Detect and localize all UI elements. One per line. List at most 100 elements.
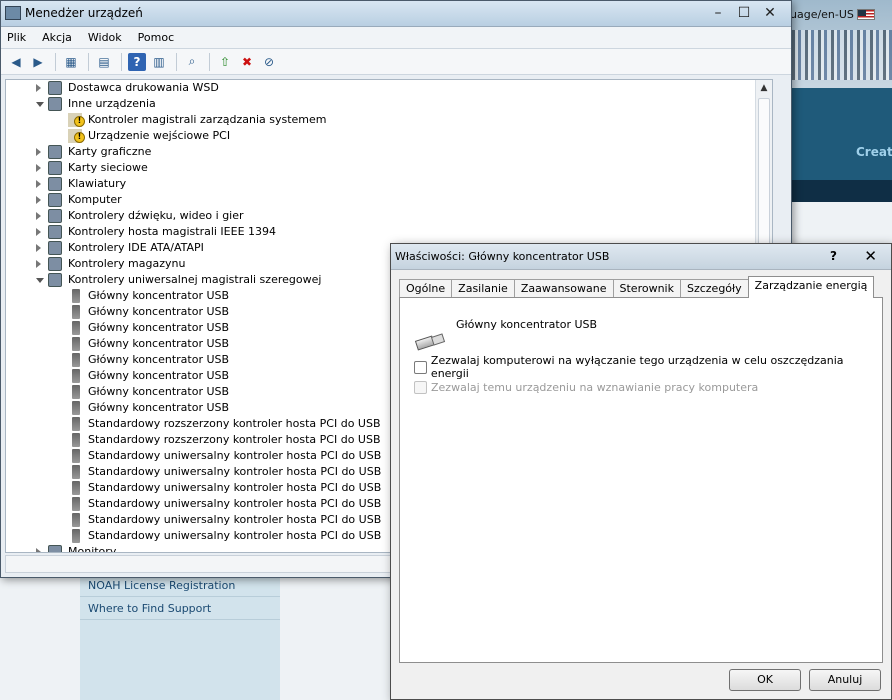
forward-arrow-icon[interactable]: ▶ — [29, 53, 47, 71]
allow-wake-row: Zezwalaj temu urządzeniu na wznawianie p… — [414, 379, 758, 395]
tree-item-label: Dostawca drukowania WSD — [68, 81, 219, 94]
warning-device-icon — [68, 129, 85, 143]
link-noah-license[interactable]: NOAH License Registration — [80, 575, 280, 597]
allow-power-off-row[interactable]: Zezwalaj komputerowi na wyłączanie tego … — [414, 354, 882, 380]
usb-icon — [72, 433, 80, 447]
device-manager-titlebar[interactable]: Menedżer urządzeń – ☐ ✕ — [1, 1, 791, 27]
help-icon[interactable]: ? — [128, 52, 146, 71]
sound-icon — [48, 209, 62, 223]
close-button[interactable]: ✕ — [757, 4, 783, 22]
device-manager-title: Menedżer urządzeń — [25, 6, 143, 20]
toolbar-separator — [176, 52, 177, 71]
unknown-device-icon — [48, 97, 62, 111]
tab-sterownik[interactable]: Sterownik — [612, 279, 681, 298]
menu-plik[interactable]: Plik — [7, 31, 26, 44]
maximize-button[interactable]: ☐ — [731, 4, 757, 22]
tab-ogolne[interactable]: Ogólne — [399, 279, 453, 298]
network-adapter-icon — [48, 161, 62, 175]
menu-akcja[interactable]: Akcja — [42, 31, 72, 44]
tab-zaawansowane[interactable]: Zaawansowane — [513, 279, 614, 298]
expand-arrow-icon[interactable] — [36, 228, 41, 236]
monitor-icon — [48, 545, 62, 552]
update-driver-icon[interactable]: ⇧ — [216, 53, 234, 71]
page-header-text: Creat — [856, 145, 892, 159]
tree-item-label: Główny koncentrator USB — [88, 305, 230, 318]
scan-hardware-icon[interactable]: ⌕ — [183, 53, 201, 71]
tree-item-label: Główny koncentrator USB — [88, 401, 230, 414]
tree-item-label: Standardowy rozszerzony kontroler hosta … — [88, 417, 381, 430]
tree-item-label: Karty sieciowe — [68, 161, 148, 174]
menu-widok[interactable]: Widok — [88, 31, 122, 44]
close-icon[interactable]: ✕ — [864, 247, 877, 265]
tree-item-label: Kontrolery magazynu — [68, 257, 186, 270]
tree-item-label: Kontrolery dźwięku, wideo i gier — [68, 209, 244, 222]
usb-icon — [72, 289, 80, 303]
expand-arrow-icon[interactable] — [36, 196, 41, 204]
minimize-button[interactable]: – — [705, 4, 731, 22]
tree-item-label: Komputer — [68, 193, 122, 206]
tree-item-label: Urządzenie wejściowe PCI — [88, 129, 231, 142]
tab-zasilanie[interactable]: Zasilanie — [451, 279, 515, 298]
collapse-arrow-icon[interactable] — [36, 278, 44, 283]
cancel-button[interactable]: Anuluj — [809, 669, 881, 691]
usb-icon — [72, 353, 80, 367]
usb-icon — [72, 385, 80, 399]
tab-szczegoly[interactable]: Szczegóły — [679, 279, 749, 298]
expand-arrow-icon[interactable] — [36, 212, 41, 220]
properties-icon[interactable]: ▤ — [95, 53, 113, 71]
scroll-up-icon[interactable]: ▲ — [756, 80, 772, 97]
keyboard-icon — [48, 177, 62, 191]
expand-arrow-icon[interactable] — [36, 84, 41, 92]
tree-item-label: Standardowy uniwersalny kontroler hosta … — [88, 449, 382, 462]
device-name: Główny koncentrator USB — [456, 318, 598, 331]
tree-item-label: Główny koncentrator USB — [88, 337, 230, 350]
show-hide-console-tree-icon[interactable]: ▦ — [62, 53, 80, 71]
usb-icon — [72, 321, 80, 335]
toolbar-separator — [121, 52, 122, 71]
expand-arrow-icon[interactable] — [36, 548, 41, 552]
allow-wake-checkbox — [414, 380, 427, 394]
ok-button[interactable]: OK — [729, 669, 801, 691]
expand-arrow-icon[interactable] — [36, 148, 41, 156]
expand-arrow-icon[interactable] — [36, 260, 41, 268]
collapse-arrow-icon[interactable] — [36, 102, 44, 107]
usb-icon — [72, 417, 80, 431]
expand-arrow-icon[interactable] — [36, 164, 41, 172]
expand-arrow-icon[interactable] — [36, 244, 41, 252]
firewire-icon — [48, 225, 62, 239]
uninstall-device-icon[interactable]: ✖ — [238, 53, 256, 71]
usb-icon — [48, 273, 62, 287]
storage-controller-icon — [48, 257, 62, 271]
page-nav-band — [790, 180, 892, 202]
menu-bar: Plik Akcja Widok Pomoc — [1, 27, 791, 49]
tab-zarzadzanie-energia[interactable]: Zarządzanie energią — [747, 276, 875, 298]
tree-item-label: Główny koncentrator USB — [88, 289, 230, 302]
toolbar-separator — [209, 52, 210, 71]
allow-power-off-checkbox[interactable] — [414, 360, 427, 374]
tree-item-label: Klawiatury — [68, 177, 127, 190]
address-bar-fragment[interactable]: uage/en-US — [790, 8, 854, 21]
back-arrow-icon[interactable]: ◀ — [7, 53, 25, 71]
tree-item-label: Kontrolery IDE ATA/ATAPI — [68, 241, 204, 254]
display-adapter-icon — [48, 145, 62, 159]
disable-device-icon[interactable]: ⊘ — [260, 53, 278, 71]
usb-icon — [72, 513, 80, 527]
usb-icon — [72, 401, 80, 415]
menu-pomoc[interactable]: Pomoc — [138, 31, 174, 44]
us-flag-icon[interactable] — [857, 9, 875, 20]
tree-item-label: Kontroler magistrali zarządzania systeme… — [88, 113, 327, 126]
help-icon[interactable]: ? — [830, 249, 837, 263]
view-icon[interactable]: ▥ — [150, 53, 168, 71]
properties-dialog-title: Właściwości: Główny koncentrator USB — [395, 250, 610, 263]
tree-item-label: Standardowy uniwersalny kontroler hosta … — [88, 465, 382, 478]
tree-item-label: Standardowy uniwersalny kontroler hosta … — [88, 513, 382, 526]
allow-power-off-label[interactable]: Zezwalaj komputerowi na wyłączanie tego … — [431, 354, 882, 380]
page-header-band — [790, 88, 892, 180]
expand-arrow-icon[interactable] — [36, 180, 41, 188]
link-find-support[interactable]: Where to Find Support — [80, 598, 280, 620]
properties-dialog-titlebar[interactable]: Właściwości: Główny koncentrator USB ? ✕ — [391, 244, 891, 270]
usb-icon — [72, 449, 80, 463]
tree-item-label: Główny koncentrator USB — [88, 369, 230, 382]
toolbar: ◀ ▶ ▦ ▤ ? ▥ ⌕ ⇧ ✖ ⊘ — [1, 49, 791, 75]
usb-icon — [72, 465, 80, 479]
